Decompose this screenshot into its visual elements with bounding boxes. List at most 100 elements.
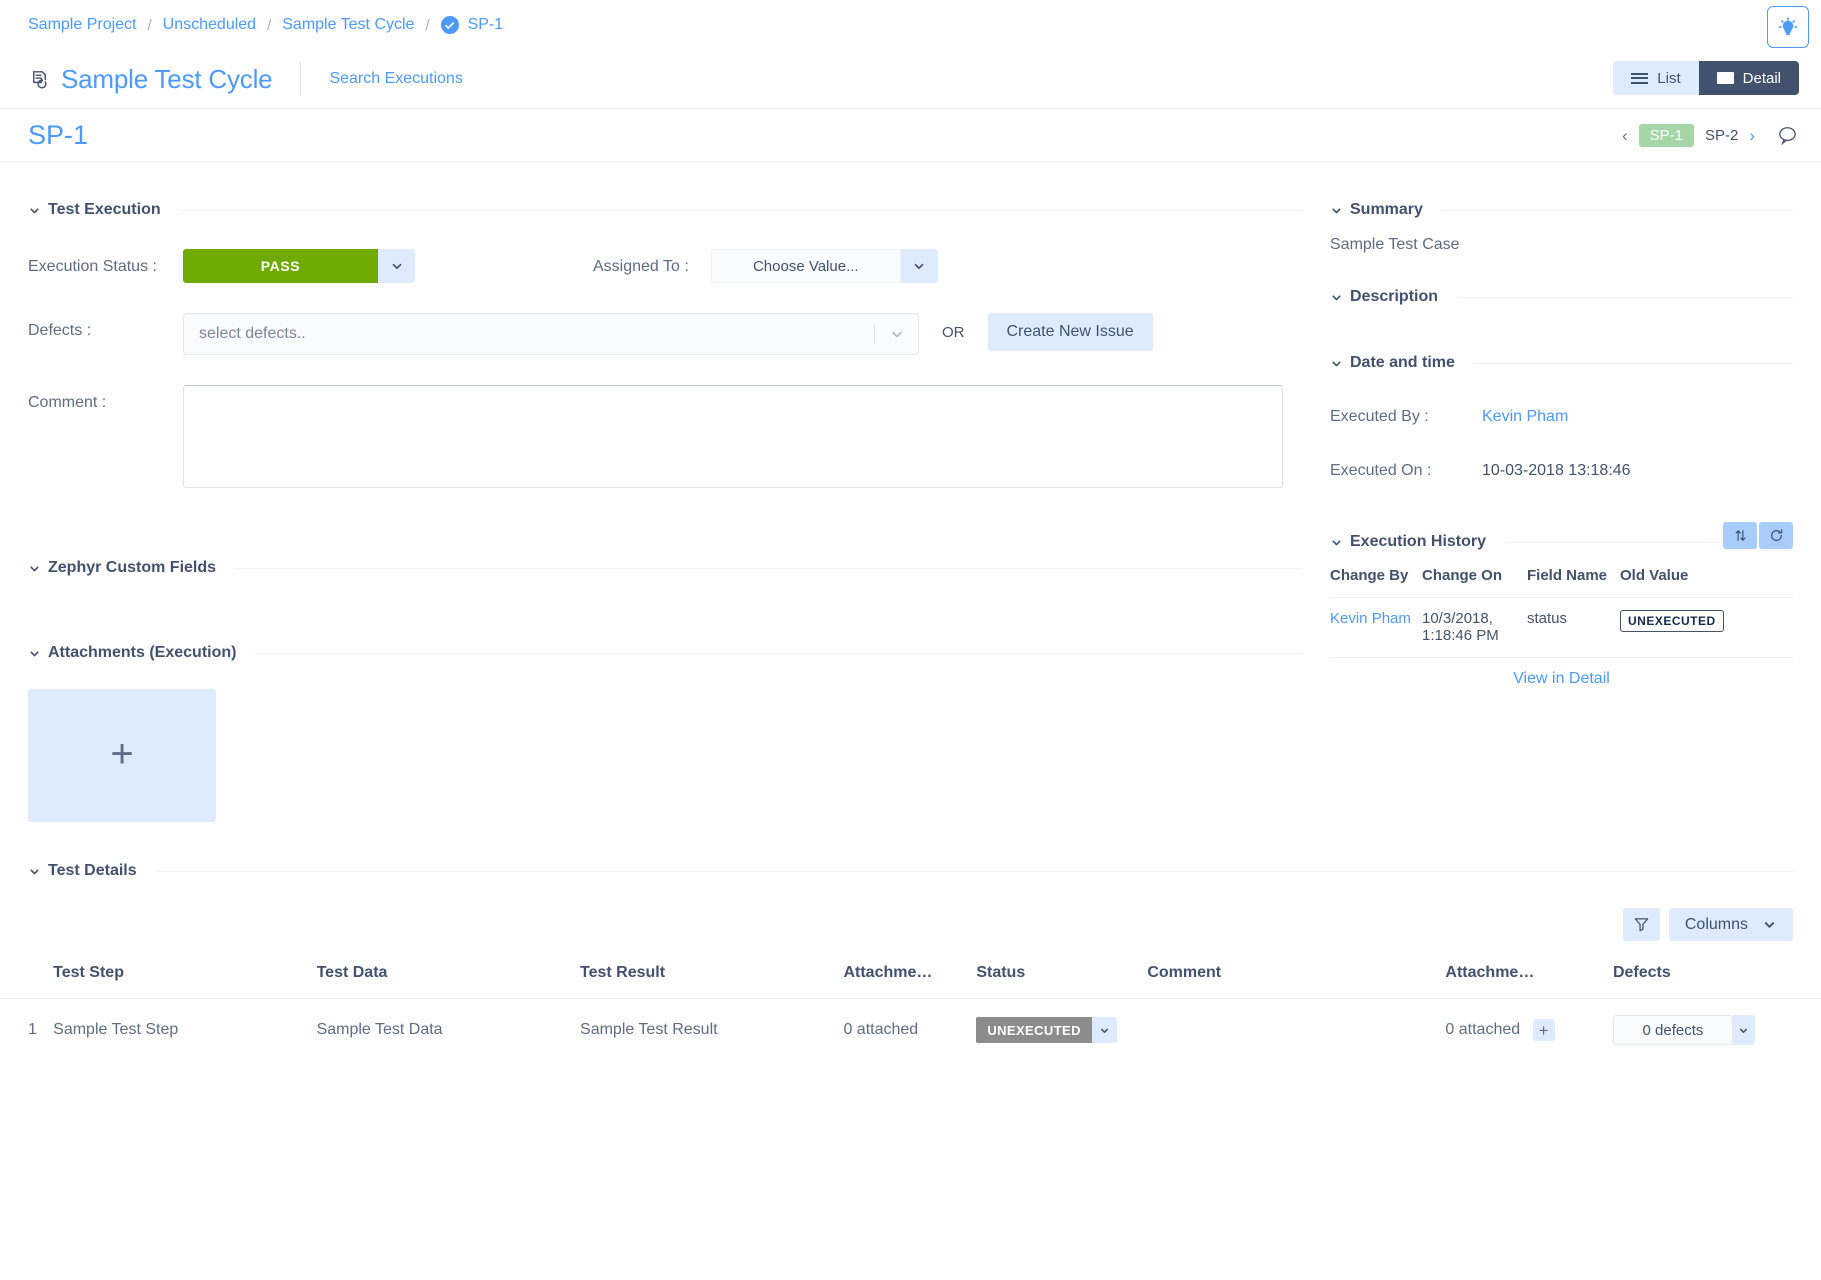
chevron-down-icon: [1330, 291, 1343, 304]
detail-icon: [1716, 72, 1734, 84]
col-test-result: Test Result: [580, 964, 666, 981]
table-header-row: Test Step Test Data Test Result Attachme…: [0, 964, 1821, 999]
lightbulb-icon-button[interactable]: [1767, 6, 1809, 48]
col-test-data: Test Data: [316, 964, 388, 981]
breadcrumb-item-issue[interactable]: SP-1: [440, 16, 503, 34]
comment-bubble-icon[interactable]: [1776, 124, 1799, 147]
assigned-to-widget: Choose Value...: [710, 249, 938, 283]
chevron-down-icon: [1330, 536, 1343, 549]
assigned-to-value[interactable]: Choose Value...: [710, 249, 901, 283]
history-field-name: status: [1527, 597, 1620, 657]
refresh-icon-button[interactable]: [1759, 522, 1793, 549]
create-new-issue-button[interactable]: Create New Issue: [987, 313, 1153, 351]
executed-by-row: Executed By : Kevin Pham: [1330, 408, 1793, 426]
step-defects-dropdown[interactable]: [1732, 1015, 1755, 1045]
breadcrumb-item-project[interactable]: Sample Project: [28, 16, 137, 34]
section-description[interactable]: Description: [1330, 288, 1793, 306]
defects-dropdown-icon[interactable]: [875, 326, 918, 342]
tab-detail-view[interactable]: Detail: [1698, 61, 1799, 95]
step-test-result[interactable]: Sample Test Result: [580, 998, 844, 1061]
cycle-title[interactable]: Sample Test Cycle: [61, 64, 273, 95]
add-attachment-dropzone[interactable]: +: [28, 689, 216, 822]
chevron-down-icon: [28, 865, 41, 878]
issue-nav-next-key[interactable]: SP-2: [1705, 127, 1738, 144]
page-title-bar: Sample Test Cycle Search Executions List…: [0, 50, 1821, 108]
defects-row: Defects : select defects.. OR Create New…: [28, 313, 1302, 355]
defects-placeholder: select defects..: [199, 325, 306, 342]
chevron-down-icon: [28, 204, 41, 217]
comment-row: Comment :: [28, 385, 1302, 488]
filter-icon-button[interactable]: [1622, 908, 1660, 941]
right-column: Summary Sample Test Case Description Dat…: [1330, 162, 1821, 822]
table-header-row: Change By Change On Field Name Old Value: [1330, 567, 1793, 598]
search-executions-link[interactable]: Search Executions: [329, 70, 462, 88]
defects-label: Defects :: [28, 322, 92, 339]
list-icon: [1631, 72, 1649, 84]
step-comment[interactable]: [1147, 998, 1446, 1061]
view-in-detail-row: View in Detail: [1330, 657, 1793, 688]
section-test-details[interactable]: Test Details: [0, 862, 1821, 880]
col-change-on: Change On: [1422, 567, 1503, 584]
assigned-to-dropdown[interactable]: [900, 249, 938, 283]
history-old-value-cell: UNEXECUTED: [1620, 597, 1793, 657]
step-test-step[interactable]: Sample Test Step: [53, 998, 317, 1061]
main-content: Test Execution Execution Status : PASS A…: [0, 162, 1821, 822]
columns-button[interactable]: Columns: [1668, 908, 1793, 941]
col-old-value: Old Value: [1620, 567, 1689, 584]
test-cycle-icon: [28, 68, 51, 91]
view-in-detail-link[interactable]: View in Detail: [1513, 670, 1610, 687]
issue-nav-current[interactable]: SP-1: [1638, 123, 1694, 147]
breadcrumb-separator: /: [267, 16, 272, 34]
section-description-label: Description: [1350, 288, 1439, 305]
executed-on-row: Executed On : 10-03-2018 13:18:46: [1330, 462, 1793, 480]
add-step-attachment-button[interactable]: +: [1532, 1019, 1555, 1041]
or-label: OR: [942, 324, 965, 341]
step-status-widget: UNEXECUTED: [976, 1017, 1117, 1043]
next-issue-arrow[interactable]: ›: [1749, 127, 1755, 144]
table-row: Kevin Pham 10/3/2018, 1:18:46 PM status …: [1330, 597, 1793, 657]
execution-status-value[interactable]: PASS: [183, 249, 378, 283]
section-date-and-time[interactable]: Date and time: [1330, 354, 1793, 372]
section-execution-history-label: Execution History: [1350, 533, 1487, 550]
breadcrumb-item-unscheduled[interactable]: Unscheduled: [163, 16, 256, 34]
col-defects: Defects: [1612, 964, 1671, 981]
defects-select[interactable]: select defects..: [183, 313, 919, 355]
summary-value: Sample Test Case: [1330, 236, 1460, 253]
section-rule: [1457, 296, 1793, 298]
sort-icon-button[interactable]: [1723, 522, 1757, 549]
section-rule: [179, 209, 1302, 211]
chevron-down-icon: [1330, 204, 1343, 217]
section-test-execution[interactable]: Test Execution: [28, 201, 1302, 219]
col-status: Status: [976, 964, 1026, 981]
comment-input[interactable]: [183, 385, 1283, 488]
execution-status-dropdown[interactable]: [378, 249, 415, 283]
prev-issue-arrow[interactable]: ‹: [1622, 127, 1628, 144]
breadcrumb: Sample Project / Unscheduled / Sample Te…: [0, 0, 1821, 50]
step-test-data[interactable]: Sample Test Data: [316, 998, 581, 1061]
section-zephyr-custom-fields[interactable]: Zephyr Custom Fields: [28, 559, 1302, 577]
chevron-down-icon: [28, 562, 41, 575]
step-defects-value[interactable]: 0 defects: [1612, 1015, 1733, 1045]
section-zephyr-custom-fields-label: Zephyr Custom Fields: [48, 559, 217, 576]
breadcrumb-separator: /: [425, 16, 430, 34]
tab-list-view[interactable]: List: [1613, 61, 1699, 95]
section-execution-history[interactable]: Execution History: [1330, 522, 1793, 551]
execution-status-label: Execution Status :: [28, 258, 157, 275]
step-attachments-1[interactable]: 0 attached: [843, 998, 977, 1061]
breadcrumb-item-cycle[interactable]: Sample Test Cycle: [282, 16, 414, 34]
section-summary-label: Summary: [1350, 201, 1423, 218]
section-attachments-execution[interactable]: Attachments (Execution): [28, 644, 1302, 662]
step-status-value[interactable]: UNEXECUTED: [976, 1017, 1092, 1043]
page-title: SP-1: [28, 119, 89, 150]
step-status-dropdown[interactable]: [1091, 1017, 1117, 1043]
section-rule: [235, 567, 1302, 569]
col-attachments-2: Attachme…: [1445, 964, 1535, 981]
step-attachments-2-cell: 0 attached +: [1445, 998, 1613, 1061]
step-attachments-2[interactable]: 0 attached: [1445, 1021, 1520, 1038]
section-summary[interactable]: Summary: [1330, 201, 1793, 219]
col-change-by: Change By: [1330, 567, 1409, 584]
section-test-execution-label: Test Execution: [48, 201, 161, 218]
chevron-down-icon: [1330, 357, 1343, 370]
history-change-by[interactable]: Kevin Pham: [1330, 597, 1422, 657]
executed-by-value[interactable]: Kevin Pham: [1482, 408, 1568, 426]
